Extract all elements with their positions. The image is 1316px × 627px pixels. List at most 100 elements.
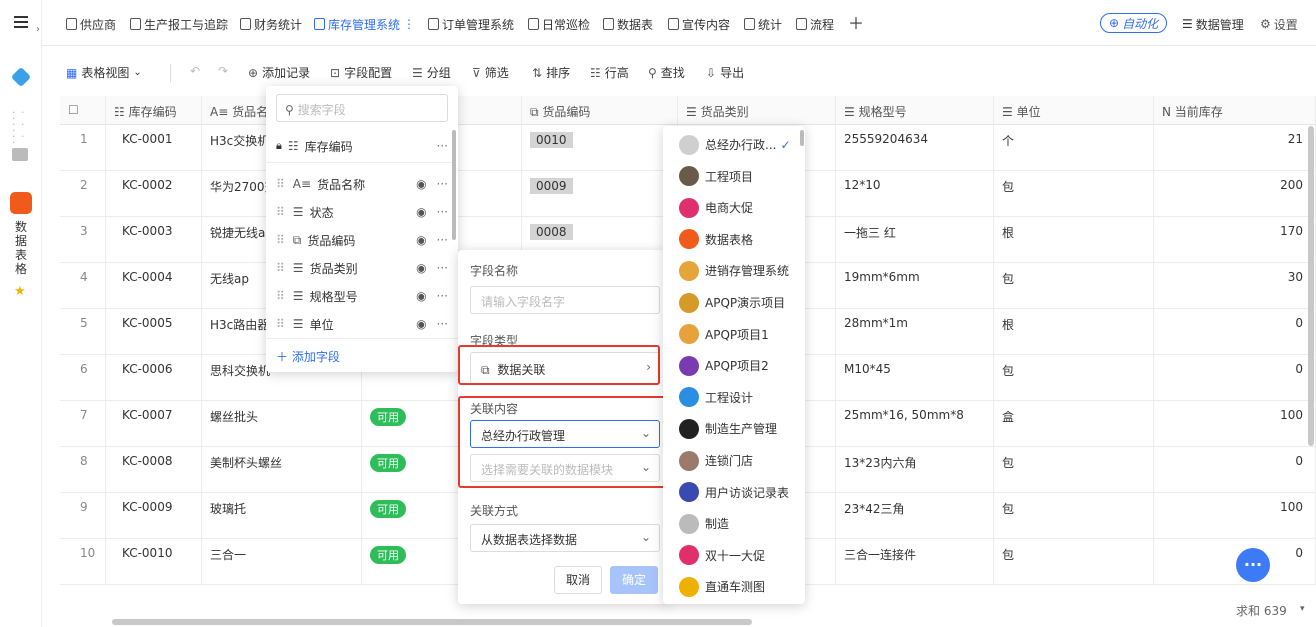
add-tab-button[interactable]: ＋	[848, 12, 864, 33]
horizontal-scrollbar[interactable]	[112, 619, 752, 625]
confirm-button[interactable]: 确定	[610, 566, 658, 594]
field-list-item[interactable]: 🔒︎ ☷ 库存编码 ···	[266, 132, 452, 160]
cell-stock[interactable]: 170	[1154, 217, 1316, 263]
field-list-item[interactable]: ⠿ ⧉ 货品编码 ◉ ···	[266, 226, 452, 254]
cell-spec[interactable]: 23*42三角	[836, 493, 994, 539]
field-list-item[interactable]: ⠿ A≡ 货品名称 ◉ ···	[266, 170, 452, 198]
cell-spec[interactable]: 一拖三 红	[836, 217, 994, 263]
module-option[interactable]: 连锁门店	[663, 445, 805, 476]
column-header[interactable]: ☰ 单位	[994, 96, 1154, 125]
tab-5[interactable]: 订单管理系统	[428, 14, 514, 34]
relation-content-select[interactable]: 总经办行政管理 ⌄	[470, 420, 660, 448]
field-name-input[interactable]: 请输入字段名字	[470, 286, 660, 314]
cell-stock[interactable]: 30	[1154, 263, 1316, 309]
cell-name[interactable]: 美制杯头螺丝	[202, 447, 362, 493]
cell-name[interactable]: 玻璃托	[202, 493, 362, 539]
expand-chevron-icon[interactable]: ›	[36, 24, 40, 35]
redo-button[interactable]: ↷	[218, 64, 228, 78]
cell-unit[interactable]: 根	[994, 309, 1154, 355]
tab-4[interactable]: 库存管理系统 ⋮	[314, 14, 415, 34]
sort-button[interactable]: ⇅ 排序	[532, 64, 570, 81]
app-avatar-icon[interactable]	[10, 192, 32, 214]
more-icon[interactable]: ···	[437, 289, 448, 303]
cell-spec[interactable]: 25559204634	[836, 125, 994, 171]
undo-button[interactable]: ↶	[190, 64, 200, 78]
cell-unit[interactable]: 包	[994, 539, 1154, 585]
tab-10[interactable]: 流程	[796, 14, 834, 34]
cancel-button[interactable]: 取消	[554, 566, 602, 594]
cell-code[interactable]: KC-0002	[106, 171, 202, 217]
tab-7[interactable]: 数据表	[603, 14, 653, 34]
module-option[interactable]: APQP项目2	[663, 350, 805, 381]
data-management-button[interactable]: ☰ 数据管理	[1182, 14, 1244, 34]
tab-more-icon[interactable]: ⋮	[403, 17, 415, 31]
group-button[interactable]: ☰ 分组	[412, 64, 451, 81]
cell-goods-code[interactable]: 0009	[522, 171, 678, 217]
tab-2[interactable]: 生产报工与追踪	[130, 14, 228, 34]
module-option[interactable]: 直通车测图	[663, 571, 805, 602]
field-list-item[interactable]: ⠿ ☰ 单位 ◉ ···	[266, 310, 452, 338]
module-option[interactable]: 电商大促	[663, 192, 805, 223]
more-icon[interactable]: ···	[437, 139, 448, 153]
method-select[interactable]: 从数据表选择数据 ⌄	[470, 524, 660, 552]
cell-code[interactable]: KC-0003	[106, 217, 202, 263]
settings-button[interactable]: ⚙ 设置	[1260, 14, 1298, 34]
column-header[interactable]: ☰ 货品类别	[678, 96, 836, 125]
eye-icon[interactable]: ◉	[416, 261, 426, 275]
column-header[interactable]: ☷ 库存编码	[106, 96, 202, 125]
tab-8[interactable]: 宣传内容	[668, 14, 730, 34]
cell-unit[interactable]: 包	[994, 171, 1154, 217]
cell-stock[interactable]: 0	[1154, 447, 1316, 493]
more-icon[interactable]: ···	[437, 233, 448, 247]
column-header[interactable]: ☰ 规格型号	[836, 96, 994, 125]
cell-code[interactable]: KC-0007	[106, 401, 202, 447]
cell-stock[interactable]: 0	[1154, 539, 1316, 585]
cell-spec[interactable]: 25mm*16, 50mm*8	[836, 401, 994, 447]
cell-goods-code[interactable]: 0010	[522, 125, 678, 171]
eye-icon[interactable]: ◉	[416, 205, 426, 219]
drag-handle-icon[interactable]: ⠿	[276, 261, 285, 275]
app-label[interactable]: 数据表格	[15, 220, 27, 276]
field-list-item[interactable]: ⠿ ☰ 规格型号 ◉ ···	[266, 282, 452, 310]
cell-unit[interactable]: 包	[994, 355, 1154, 401]
module-option[interactable]: 工程项目	[663, 161, 805, 192]
module-option[interactable]: APQP演示项目	[663, 287, 805, 318]
cell-stock[interactable]: 100	[1154, 401, 1316, 447]
find-button[interactable]: ⚲ 查找	[648, 64, 685, 81]
cell-unit[interactable]: 包	[994, 263, 1154, 309]
module-option[interactable]: 工程设计	[663, 382, 805, 413]
more-icon[interactable]: ···	[437, 177, 448, 191]
drag-handle-icon[interactable]: ⠿	[276, 233, 285, 247]
cell-unit[interactable]: 包	[994, 447, 1154, 493]
cell-code[interactable]: KC-0009	[106, 493, 202, 539]
module-option[interactable]: 总经办行政... ✓	[663, 129, 805, 160]
tab-3[interactable]: 财务统计	[240, 14, 302, 34]
cell-code[interactable]: KC-0001	[106, 125, 202, 171]
star-icon[interactable]: ★	[14, 284, 26, 299]
module-option[interactable]: 制造	[663, 508, 805, 539]
cell-spec[interactable]: 19mm*6mm	[836, 263, 994, 309]
export-button[interactable]: ⇩ 导出	[706, 64, 744, 81]
cell-unit[interactable]: 盒	[994, 401, 1154, 447]
module-option[interactable]: 进销存管理系统	[663, 255, 805, 286]
cell-code[interactable]: KC-0005	[106, 309, 202, 355]
popover-scrollbar[interactable]	[452, 130, 456, 240]
cell-unit[interactable]: 个	[994, 125, 1154, 171]
eye-icon[interactable]: ◉	[416, 289, 426, 303]
cell-stock[interactable]: 100	[1154, 493, 1316, 539]
field-config-button[interactable]: ⊡ 字段配置	[330, 64, 392, 81]
field-list-item[interactable]: ⠿ ☰ 状态 ◉ ···	[266, 198, 452, 226]
vertical-scrollbar[interactable]	[1308, 126, 1314, 446]
grid-dots-icon[interactable]: · · · · · · · · ·	[12, 107, 28, 148]
module-option[interactable]: 双十一大促	[663, 540, 805, 571]
sum-footer[interactable]: 求和 639	[1236, 602, 1287, 619]
cell-stock[interactable]: 21	[1154, 125, 1316, 171]
eye-icon[interactable]: ◉	[416, 317, 426, 331]
cube-icon[interactable]	[10, 66, 32, 88]
cell-unit[interactable]: 根	[994, 217, 1154, 263]
view-switcher[interactable]: ▦ 表格视图 ⌄	[66, 64, 142, 81]
cell-stock[interactable]: 0	[1154, 309, 1316, 355]
module-option[interactable]: APQP项目1	[663, 319, 805, 350]
module-option[interactable]: 数据表格	[663, 224, 805, 255]
module-option[interactable]: 用户访谈记录表	[663, 477, 805, 508]
